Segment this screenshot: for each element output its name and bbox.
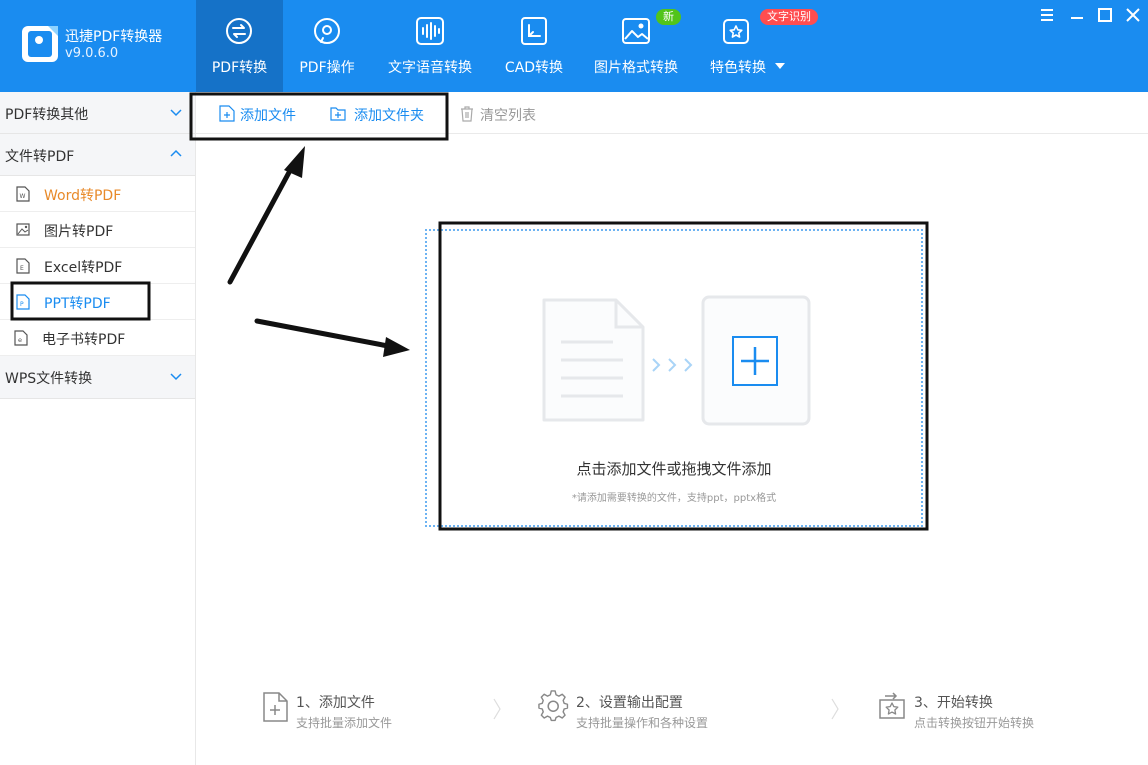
svg-text:e: e <box>18 336 22 344</box>
title-bar: 迅捷PDF转换器 v9.0.6.0 PDF转换 PDF操作 文字语音转换 CAD… <box>0 0 1148 92</box>
gear-icon <box>538 690 569 722</box>
chevron-right-icon <box>831 698 839 720</box>
tab-label: PDF转换 <box>211 60 268 76</box>
app-version: v9.0.6.0 <box>65 46 119 61</box>
group-label: PDF转换其他 <box>5 107 89 123</box>
step-start-convert: 3、开始转换 点击转换按钮开始转换 <box>876 690 1046 734</box>
tab-pdf-convert[interactable]: PDF转换 <box>196 0 283 92</box>
chevrons-right-icon <box>652 358 693 372</box>
sidebar-item-ebook-to-pdf[interactable]: e 电子书转PDF <box>0 320 195 356</box>
sidebar: PDF转换其他 文件转PDF W Word转PDF 图片转PDF E Excel… <box>0 92 196 765</box>
arrow-to-toolbar <box>227 146 305 285</box>
drop-zone-hint: *请添加需要转换的文件，支持ppt，pptx格式 <box>571 493 777 504</box>
sidebar-item-ppt-to-pdf[interactable]: P PPT转PDF <box>0 284 195 320</box>
step-title: 2、设置输出配置 <box>576 695 683 711</box>
sidebar-item-image-to-pdf[interactable]: 图片转PDF <box>0 212 195 248</box>
image-icon <box>622 18 650 44</box>
add-folder-button[interactable]: 添加文件夹 <box>330 104 430 124</box>
tab-voice-convert[interactable]: 文字语音转换 <box>380 0 480 92</box>
chevron-down-icon <box>170 109 182 117</box>
sidebar-group-pdf-other[interactable]: PDF转换其他 <box>0 92 195 134</box>
excel-file-icon: E <box>16 258 30 274</box>
minimize-icon[interactable] <box>1068 6 1086 24</box>
tab-label: 图片格式转换 <box>594 60 678 76</box>
svg-text:W: W <box>20 193 26 200</box>
add-folder-label: 添加文件夹 <box>354 108 424 124</box>
clear-list-label: 清空列表 <box>480 108 536 124</box>
pdf-convert-icon <box>226 18 252 44</box>
add-file-icon <box>219 105 235 122</box>
item-label: PPT转PDF <box>44 296 111 312</box>
tab-label: CAD转换 <box>504 60 564 76</box>
new-badge: 新 <box>656 9 681 25</box>
maximize-icon[interactable] <box>1096 6 1114 24</box>
item-label: Word转PDF <box>44 188 122 204</box>
chevron-down-icon <box>170 373 182 381</box>
pdf-operate-icon <box>314 18 340 44</box>
convert-step-icon <box>879 692 905 719</box>
svg-text:P: P <box>20 301 24 308</box>
caret-down-icon <box>775 63 785 69</box>
close-icon[interactable] <box>1124 6 1142 24</box>
add-folder-icon <box>330 107 346 121</box>
clear-list-button[interactable]: 清空列表 <box>459 104 543 124</box>
menu-icon[interactable] <box>1038 6 1056 24</box>
ebook-file-icon: e <box>14 330 28 346</box>
add-box-icon <box>701 295 811 426</box>
sidebar-group-file-to-pdf[interactable]: 文件转PDF <box>0 134 195 176</box>
drop-zone-title: 点击添加文件或拖拽文件添加 <box>576 460 772 478</box>
add-file-step-icon <box>263 692 288 722</box>
file-drop-zone[interactable]: 点击添加文件或拖拽文件添加 *请添加需要转换的文件，支持ppt，pptx格式 <box>425 229 923 527</box>
step-desc: 支持批量添加文件 <box>296 716 393 730</box>
app-name: 迅捷PDF转换器 <box>65 29 163 45</box>
tab-label: PDF操作 <box>299 60 355 76</box>
item-label: 图片转PDF <box>44 224 114 240</box>
item-label: Excel转PDF <box>44 260 123 276</box>
step-output-settings: 2、设置输出配置 支持批量操作和各种设置 <box>538 690 718 734</box>
voice-wave-icon <box>416 17 444 45</box>
group-label: WPS文件转换 <box>5 371 93 387</box>
add-file-label: 添加文件 <box>240 108 296 124</box>
ocr-badge[interactable]: 文字识别 <box>760 9 818 25</box>
trash-icon <box>461 106 473 122</box>
group-label: 文件转PDF <box>5 149 75 165</box>
tab-cad-convert[interactable]: CAD转换 <box>496 0 572 92</box>
step-title: 1、添加文件 <box>296 695 375 711</box>
step-desc: 点击转换按钮开始转换 <box>914 716 1035 730</box>
tab-label: 文字语音转换 <box>388 60 472 76</box>
document-icon <box>542 298 645 422</box>
step-add-file: 1、添加文件 支持批量添加文件 <box>260 690 410 734</box>
word-file-icon: W <box>16 186 30 202</box>
tab-pdf-operate[interactable]: PDF操作 <box>283 0 371 92</box>
step-title: 3、开始转换 <box>914 695 993 711</box>
chevron-up-icon <box>170 149 182 157</box>
step-desc: 支持批量操作和各种设置 <box>576 716 709 730</box>
toolbar-divider <box>196 133 1148 134</box>
chevron-right-icon <box>493 698 501 720</box>
cad-icon <box>521 17 547 45</box>
ppt-file-icon: P <box>16 294 30 310</box>
image-file-icon <box>16 223 30 236</box>
app-logo <box>22 26 58 62</box>
sidebar-group-wps[interactable]: WPS文件转换 <box>0 356 195 399</box>
sidebar-item-word-to-pdf[interactable]: W Word转PDF <box>0 176 195 212</box>
svg-text:E: E <box>20 265 24 272</box>
sidebar-item-excel-to-pdf[interactable]: E Excel转PDF <box>0 248 195 284</box>
star-convert-icon <box>723 19 749 44</box>
item-label: 电子书转PDF <box>42 332 126 348</box>
arrow-to-dropzone <box>254 318 410 357</box>
add-file-button[interactable]: 添加文件 <box>219 104 301 124</box>
tab-label: 特色转换 <box>710 60 766 76</box>
